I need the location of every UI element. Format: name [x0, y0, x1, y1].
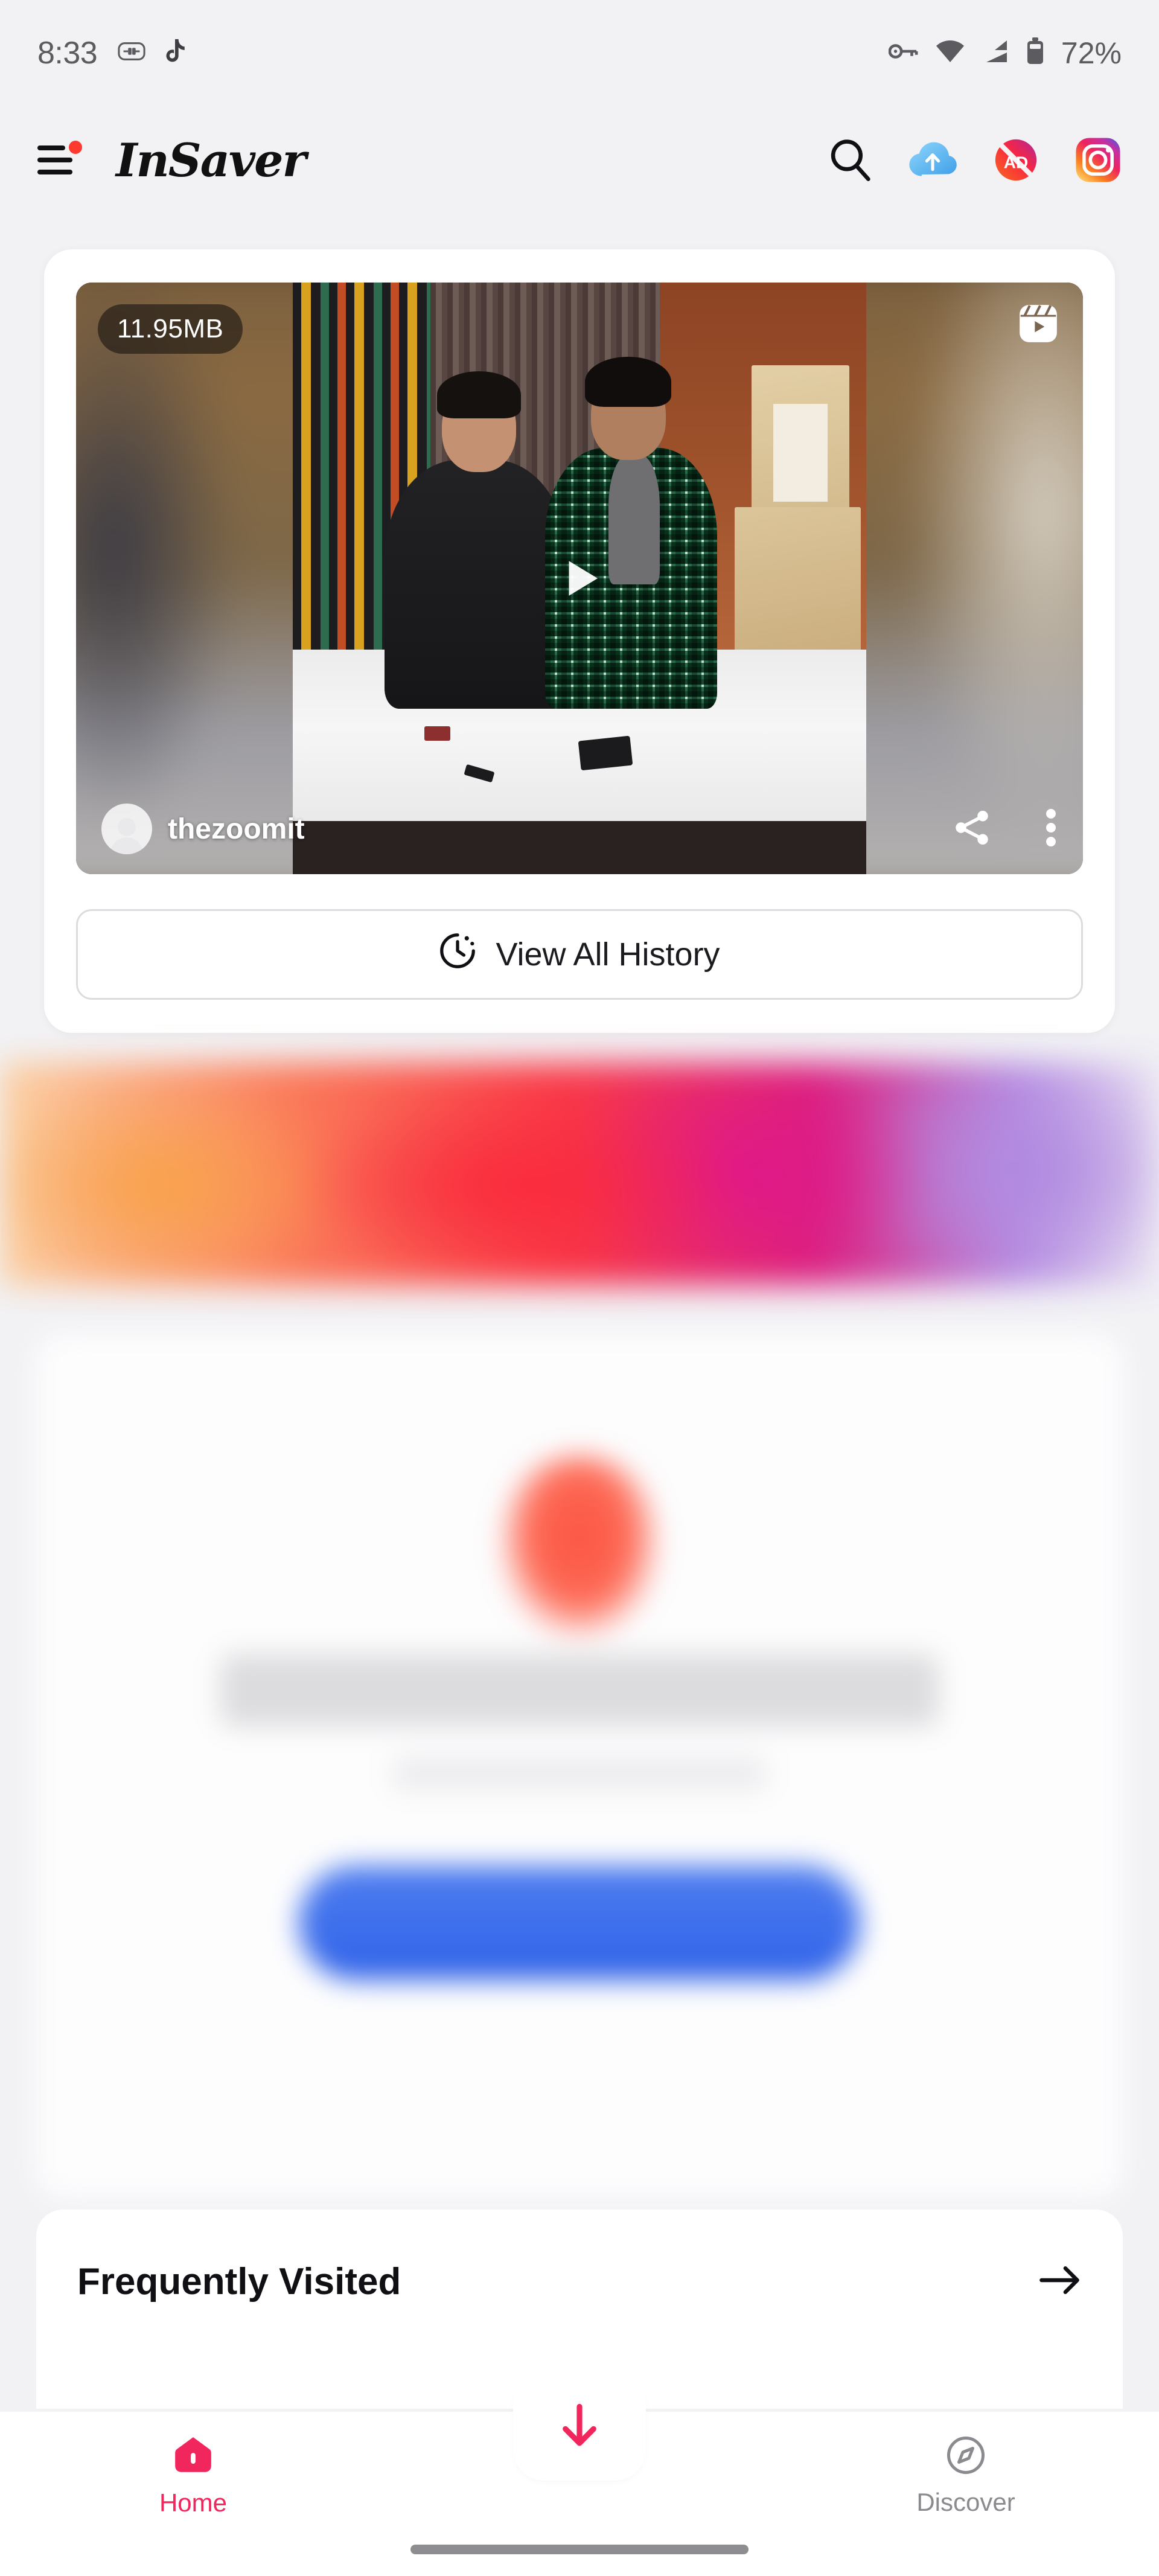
usb-connection-icon — [118, 42, 145, 64]
person-one-hair — [437, 371, 521, 419]
status-bar-left: 8:33 — [37, 35, 187, 71]
compass-icon — [945, 2434, 987, 2479]
app-logo: InSaver — [116, 133, 306, 187]
home-indicator[interactable] — [410, 2545, 749, 2554]
bottom-nav-label-home: Home — [159, 2488, 228, 2517]
cellular-signal-icon — [982, 39, 1011, 66]
bottom-nav-item-home[interactable]: Home — [0, 2434, 386, 2517]
person-one-body — [384, 460, 568, 709]
status-bar: 8:33 72% — [0, 0, 1159, 106]
frequently-visited-header: Frequently Visited — [77, 2260, 1082, 2303]
app-screen: 8:33 72% InSaver AD 11.95MB thezoomit Vi… — [0, 0, 1159, 2576]
download-history-card: 11.95MB thezoomit View All History — [44, 249, 1115, 1033]
home-icon — [171, 2434, 215, 2480]
hamburger-menu-icon[interactable] — [37, 141, 82, 177]
ad-text-line-secondary — [392, 1757, 767, 1791]
menu-notification-dot — [69, 141, 82, 154]
video-footer: thezoomit — [76, 784, 1083, 874]
frequently-visited-title: Frequently Visited — [77, 2261, 401, 2303]
person-two-tshirt — [608, 454, 660, 584]
svg-text:AD: AD — [1004, 153, 1028, 171]
wifi-icon — [934, 39, 966, 66]
download-button[interactable] — [519, 2380, 640, 2475]
view-all-history-label: View All History — [496, 936, 720, 973]
download-arrow-icon — [552, 2399, 607, 2457]
video-actions — [950, 806, 1058, 852]
app-bar-actions: AD — [827, 136, 1122, 184]
share-icon[interactable] — [950, 806, 994, 852]
no-ads-icon[interactable]: AD — [992, 136, 1039, 184]
cloud-upload-icon[interactable] — [908, 138, 957, 182]
person-two-hair — [585, 356, 672, 407]
blurred-ad-card[interactable] — [36, 1334, 1123, 2197]
avatar — [101, 804, 152, 854]
blurred-ad-banner[interactable] — [0, 1063, 1159, 1286]
battery-percent: 72% — [1061, 36, 1122, 70]
instagram-icon[interactable] — [1074, 136, 1122, 184]
video-username: thezoomit — [168, 813, 305, 845]
tiktok-music-note-icon — [166, 38, 187, 68]
history-clock-icon — [439, 932, 476, 977]
view-all-history-button[interactable]: View All History — [76, 909, 1083, 1000]
video-thumbnail[interactable]: 11.95MB thezoomit — [76, 283, 1083, 874]
ad-cta-button[interactable] — [299, 1865, 860, 1980]
arrow-right-icon[interactable] — [1037, 2262, 1082, 2301]
status-bar-right: 72% — [888, 36, 1122, 71]
frequently-visited-section: Frequently Visited — [36, 2210, 1123, 2409]
battery-icon — [1026, 37, 1044, 68]
ad-logo-placeholder — [501, 1455, 658, 1636]
more-vertical-icon[interactable] — [1044, 806, 1058, 852]
status-time: 8:33 — [37, 35, 98, 71]
file-size-badge: 11.95MB — [98, 304, 243, 354]
bottom-nav-item-discover[interactable]: Discover — [773, 2434, 1159, 2517]
search-icon[interactable] — [827, 137, 873, 183]
vpn-key-icon — [888, 41, 919, 65]
bottom-nav-label-discover: Discover — [916, 2487, 1015, 2516]
phone-on-table — [578, 735, 633, 770]
bottom-navigation-bar: Home Discover — [0, 2380, 1159, 2576]
app-bar: InSaver AD — [0, 106, 1159, 214]
ad-text-line-primary — [220, 1654, 939, 1727]
wrist-band — [424, 726, 451, 741]
reels-icon — [1017, 302, 1060, 345]
play-icon[interactable] — [546, 545, 613, 612]
